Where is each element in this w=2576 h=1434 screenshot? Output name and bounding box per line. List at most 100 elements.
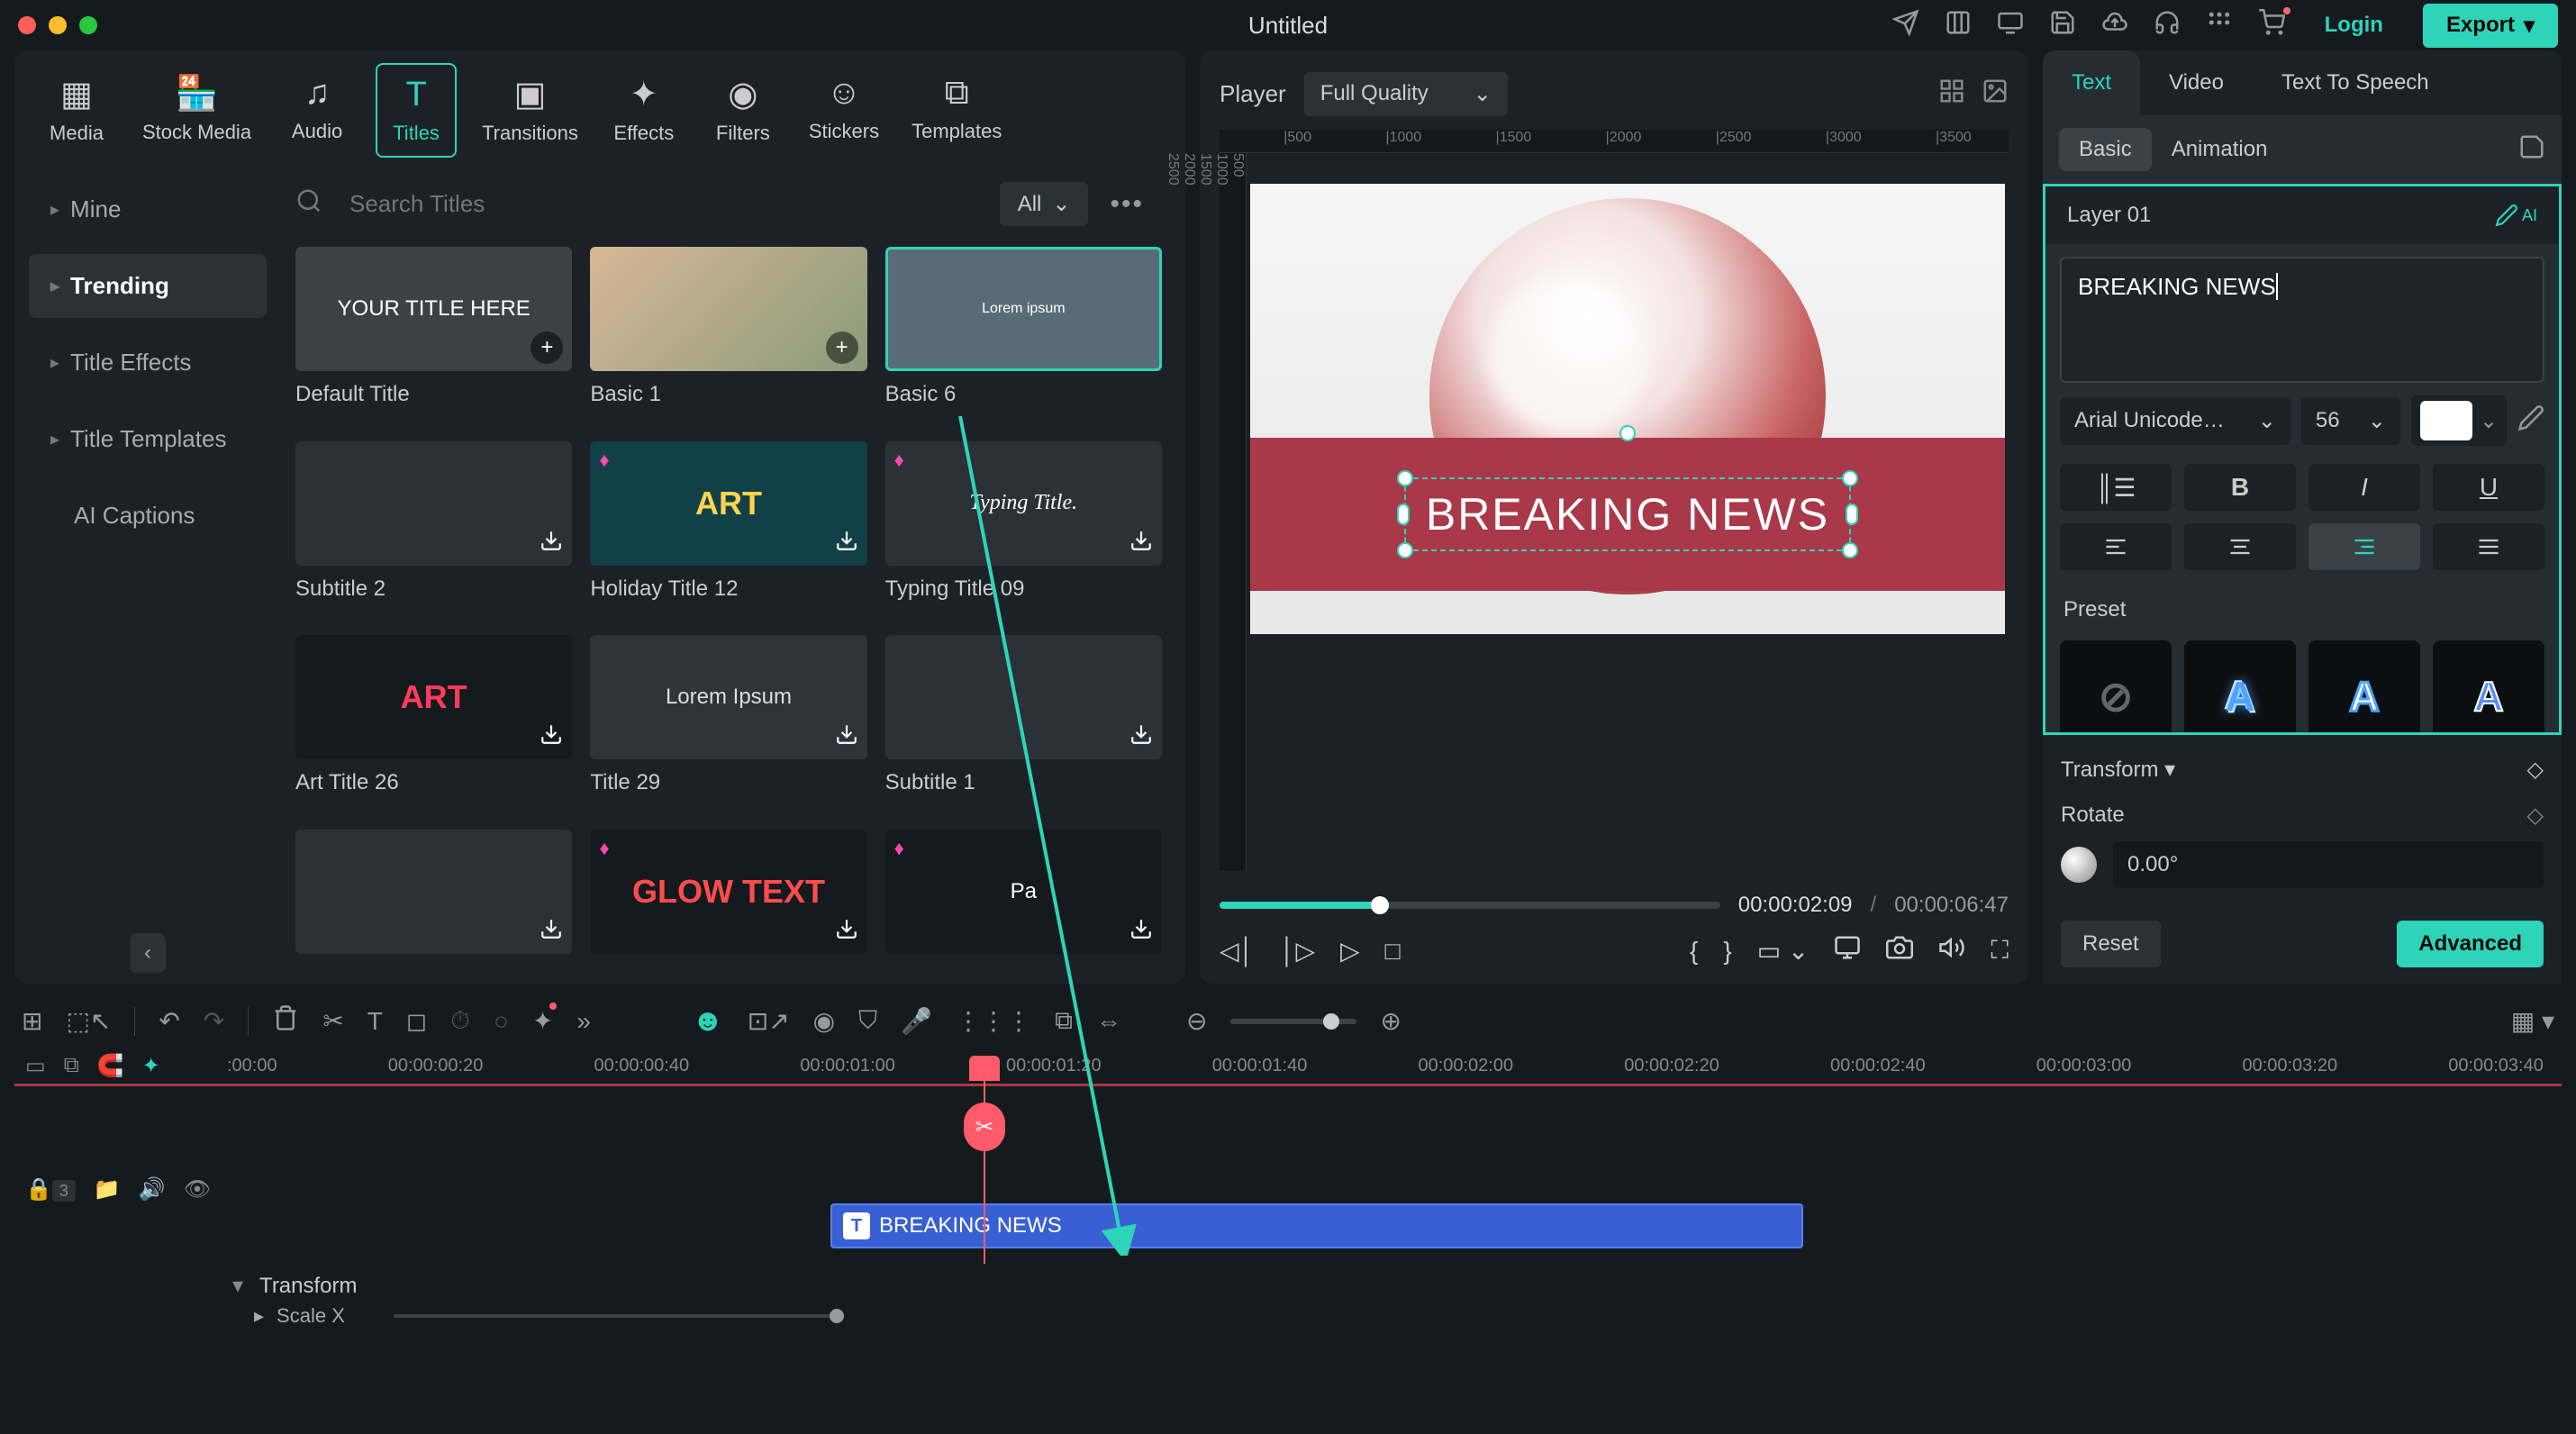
resize-handle[interactable] bbox=[1397, 504, 1410, 525]
fullscreen-icon[interactable]: ⛶ bbox=[1991, 936, 2009, 966]
magnet-icon[interactable]: 🧲 bbox=[97, 1053, 124, 1079]
cart-icon[interactable] bbox=[2258, 9, 2285, 42]
inspector-tab-text-to-speech[interactable]: Text To Speech bbox=[2253, 50, 2458, 115]
share-icon[interactable] bbox=[1892, 9, 1919, 42]
category-title-effects[interactable]: Title Effects bbox=[29, 331, 267, 395]
snapshot-icon[interactable] bbox=[1886, 934, 1913, 967]
playhead[interactable]: ✂ bbox=[984, 1056, 985, 1264]
close-window[interactable] bbox=[18, 16, 36, 34]
align-right-button[interactable] bbox=[2308, 523, 2420, 570]
align-center-button[interactable] bbox=[2184, 523, 2296, 570]
mark-out-icon[interactable]: } bbox=[1723, 937, 1731, 966]
inspector-tab-video[interactable]: Video bbox=[2140, 50, 2253, 115]
undo-icon[interactable]: ↶ bbox=[159, 1006, 179, 1036]
bold-button[interactable]: B bbox=[2184, 464, 2296, 511]
grid-view-icon[interactable] bbox=[1938, 77, 1965, 111]
text-preset[interactable]: A bbox=[2308, 640, 2420, 735]
filter-dropdown[interactable]: All ⌄ bbox=[1000, 182, 1089, 226]
download-icon[interactable] bbox=[1129, 917, 1153, 947]
line-spacing-button[interactable]: ║☰ bbox=[2060, 464, 2172, 511]
lock-icon[interactable]: ⧉ bbox=[1055, 1006, 1073, 1036]
track-view-icon[interactable]: ▭ bbox=[25, 1053, 46, 1079]
italic-button[interactable]: I bbox=[2308, 464, 2420, 511]
title-card[interactable] bbox=[295, 830, 572, 977]
main-tab-media[interactable]: ▦Media bbox=[36, 63, 117, 158]
rotate-handle[interactable] bbox=[1619, 425, 1636, 441]
advanced-button[interactable]: Advanced bbox=[2397, 921, 2544, 967]
main-tab-transitions[interactable]: ▣Transitions bbox=[475, 63, 585, 158]
main-tab-stock-media[interactable]: 🏪Stock Media bbox=[135, 63, 259, 158]
subtab-basic[interactable]: Basic bbox=[2059, 128, 2152, 171]
color-icon[interactable]: ○ bbox=[494, 1007, 509, 1036]
text-preset[interactable]: A bbox=[2184, 640, 2296, 735]
timeline-scale-row[interactable]: ▸Scale X bbox=[14, 1302, 2562, 1328]
cloud-icon[interactable] bbox=[2101, 9, 2128, 42]
record-icon[interactable]: ⊡↗ bbox=[748, 1006, 790, 1036]
title-card[interactable]: Subtitle 1 bbox=[885, 635, 1162, 808]
resize-handle[interactable] bbox=[1842, 542, 1858, 558]
main-tab-templates[interactable]: ⧉Templates bbox=[904, 63, 1009, 158]
inspector-tab-text[interactable]: Text bbox=[2043, 50, 2140, 115]
desktop-icon[interactable] bbox=[1997, 9, 2024, 42]
subtab-animation[interactable]: Animation bbox=[2152, 128, 2288, 171]
mic-icon[interactable]: 🎤 bbox=[901, 1006, 932, 1036]
expand-icon[interactable]: » bbox=[576, 1007, 591, 1036]
shield-icon[interactable]: ⛉ bbox=[858, 1006, 877, 1036]
rotate-value-input[interactable]: 0.00° bbox=[2113, 841, 2544, 888]
resize-handle[interactable] bbox=[1397, 470, 1413, 486]
category-mine[interactable]: Mine bbox=[29, 177, 267, 241]
quality-dropdown[interactable]: Full Quality ⌄ bbox=[1304, 72, 1508, 116]
font-family-dropdown[interactable]: Arial Unicode MS⌄ bbox=[2060, 397, 2290, 445]
monitor-icon[interactable] bbox=[1834, 934, 1861, 967]
align-justify-button[interactable] bbox=[2433, 523, 2544, 570]
view-mode-icon[interactable]: ▦ ▾ bbox=[2511, 1006, 2554, 1036]
speed-icon[interactable]: ⏱ bbox=[450, 1006, 470, 1036]
aspect-dropdown[interactable]: ▭ ⌄ bbox=[1757, 936, 1810, 966]
title-card[interactable]: ART♦Holiday Title 12 bbox=[590, 441, 866, 614]
avatar-icon[interactable]: ☻ bbox=[692, 1003, 724, 1039]
zoom-in-icon[interactable]: ⊕ bbox=[1380, 1006, 1401, 1036]
mute-icon[interactable]: 🔊 bbox=[139, 1176, 166, 1203]
prev-frame-icon[interactable]: ◁│ bbox=[1220, 936, 1255, 966]
stop-icon[interactable]: □ bbox=[1385, 937, 1401, 966]
rotate-dial[interactable] bbox=[2061, 847, 2097, 883]
text-overlay-selected[interactable]: BREAKING NEWS bbox=[1404, 477, 1851, 551]
maximize-window[interactable] bbox=[79, 16, 97, 34]
volume-icon[interactable] bbox=[1938, 934, 1965, 967]
login-button[interactable]: Login bbox=[2310, 4, 2398, 47]
timeline-tracks[interactable]: 🔒3 📁 🔊 👁 ✂ T BREAKING NEWS bbox=[14, 1084, 2562, 1264]
main-tab-audio[interactable]: ♫Audio bbox=[277, 63, 358, 158]
title-card[interactable]: YOUR TITLE HERE+Default Title bbox=[295, 247, 572, 420]
main-tab-filters[interactable]: ◉Filters bbox=[703, 63, 784, 158]
timeline-transform-row[interactable]: Transform bbox=[14, 1264, 2562, 1302]
download-icon[interactable] bbox=[1129, 722, 1153, 752]
snap-icon[interactable]: ✦ bbox=[142, 1053, 160, 1079]
download-icon[interactable] bbox=[1129, 529, 1153, 558]
title-card[interactable]: Lorem ipsumBasic 6 bbox=[885, 247, 1162, 420]
title-card[interactable]: Typing Title.♦Typing Title 09 bbox=[885, 441, 1162, 614]
scrubber[interactable] bbox=[1220, 902, 1720, 909]
more-menu-icon[interactable]: ••• bbox=[1101, 189, 1153, 220]
download-icon[interactable] bbox=[540, 917, 563, 947]
category-title-templates[interactable]: Title Templates bbox=[29, 407, 267, 471]
category-ai-captions[interactable]: AI Captions bbox=[29, 484, 267, 548]
delete-icon[interactable] bbox=[272, 1004, 299, 1038]
search-input[interactable] bbox=[335, 179, 987, 229]
timeline-ruler[interactable]: :00:0000:00:00:2000:00:00:4000:00:01:000… bbox=[227, 1056, 2562, 1076]
download-icon[interactable] bbox=[835, 722, 858, 752]
mixer-icon[interactable]: ⋮⋮⋮ bbox=[956, 1006, 1031, 1036]
title-card[interactable]: ARTArt Title 26 bbox=[295, 635, 572, 808]
title-card[interactable]: Subtitle 2 bbox=[295, 441, 572, 614]
font-size-dropdown[interactable]: 56⌄ bbox=[2301, 397, 2400, 445]
reset-button[interactable]: Reset bbox=[2061, 921, 2161, 967]
zoom-slider[interactable] bbox=[1230, 1019, 1356, 1024]
download-icon[interactable] bbox=[540, 529, 563, 558]
main-tab-effects[interactable]: ✦Effects bbox=[603, 63, 685, 158]
main-tab-stickers[interactable]: ☺Stickers bbox=[802, 63, 886, 158]
resize-handle[interactable] bbox=[1397, 542, 1413, 558]
download-icon[interactable] bbox=[835, 917, 858, 947]
title-card[interactable]: Lorem IpsumTitle 29 bbox=[590, 635, 866, 808]
title-card[interactable]: GLOW TEXT♦ bbox=[590, 830, 866, 977]
resize-handle[interactable] bbox=[1846, 504, 1858, 525]
text-preset[interactable]: ⊘ bbox=[2060, 640, 2172, 735]
